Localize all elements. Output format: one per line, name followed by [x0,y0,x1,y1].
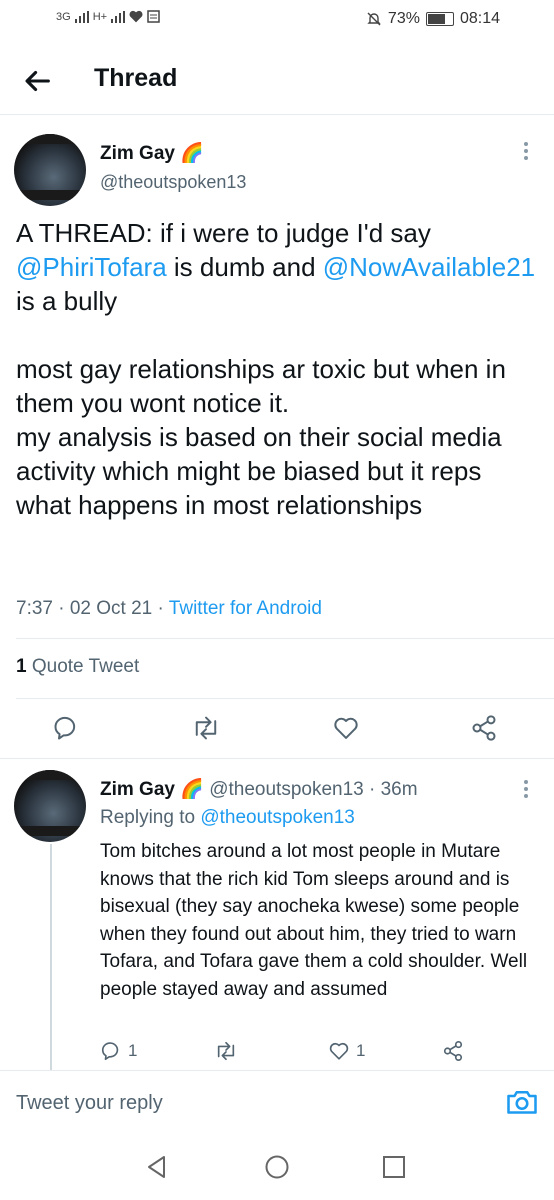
message-status-icon [147,10,160,23]
nav-recents-button[interactable] [382,1155,406,1184]
reply-more-options-button[interactable] [522,778,530,800]
mention-link[interactable]: @NowAvailable21 [323,252,535,282]
reply-header: Zim Gay 🌈 @theoutspoken13 · 36m [100,777,418,801]
reply-author-name[interactable]: Zim Gay [100,779,175,800]
author-name-text: Zim Gay [100,143,175,164]
signal-icon-2 [111,10,126,23]
tweet-timestamp: 7:37 · 02 Oct 21 · [16,598,169,619]
share-icon [443,1041,463,1061]
reply-count: 1 [128,1041,138,1060]
square-recents-icon [383,1156,405,1178]
reply-input[interactable]: Tweet your reply [16,1092,163,1115]
reply-icon [54,716,76,740]
tweet-meta: 7:37 · 02 Oct 21 · Twitter for Android [16,598,322,620]
quote-label: Quote Tweet [26,656,140,677]
tweet-source-link[interactable]: Twitter for Android [169,598,322,619]
mute-bell-icon [367,12,381,26]
replying-to: Replying to @theoutspoken13 [100,807,355,829]
stats-divider [16,698,554,699]
more-options-button[interactable] [522,140,530,162]
battery-percent: 73% [387,10,420,27]
avatar-bottom-band [14,190,86,200]
reply-like-button[interactable]: 1 [328,1040,365,1062]
replying-label: Replying to [100,807,201,828]
circle-home-icon [265,1155,289,1179]
page-title: Thread [94,64,178,92]
arrow-left-icon [25,70,50,92]
replying-handle-link[interactable]: @theoutspoken13 [200,807,355,828]
retweet-button[interactable] [186,708,226,748]
avatar[interactable] [14,134,86,206]
avatar-top-band [14,770,86,780]
tweet-text-part: is a bully most gay relationships ar tox… [16,286,506,521]
heart-icon [334,717,358,739]
tweet-text-part: A THREAD: if i were to judge I'd say [16,218,439,248]
nav-back-button[interactable] [144,1154,170,1185]
reply-button[interactable] [46,708,86,748]
rainbow-emoji: 🌈 [180,779,204,800]
author-name[interactable]: Zim Gay 🌈 [100,141,204,165]
rainbow-emoji: 🌈 [180,143,204,164]
camera-icon [507,1090,537,1114]
reply-author-handle[interactable]: @theoutspoken13 · 36m [204,779,417,800]
more-vertical-icon [524,780,528,798]
system-nav-bar [0,1140,554,1200]
retweet-icon [217,1041,235,1061]
status-left: 3G H+ [56,10,160,23]
tweet-text-part: is dumb and [166,252,323,283]
retweet-icon [195,716,217,740]
triangle-back-icon [148,1156,165,1178]
heart-icon [329,1042,349,1060]
quote-tweets-link[interactable]: 1 Quote Tweet [16,656,139,678]
quote-count: 1 [16,656,27,677]
reply-tweet-text: Tom bitches around a lot most people in … [100,841,528,1000]
reply-retweet-button[interactable] [214,1040,238,1067]
share-icon [472,715,496,741]
status-bar: 3G H+ 73% 08:14 [0,0,554,44]
share-button[interactable] [464,708,504,748]
nav-home-button[interactable] [264,1154,290,1185]
back-button[interactable] [20,64,54,98]
clock: 08:14 [459,10,500,27]
thread-connector-line [50,844,52,1070]
main-tweet-divider [0,758,554,759]
author-handle[interactable]: @theoutspoken13 [100,172,246,193]
reply-reply-button[interactable]: 1 [100,1040,137,1062]
more-vertical-icon [524,142,528,160]
reply-share-button[interactable] [442,1040,464,1067]
tweet-text: A THREAD: if i were to judge I'd say @Ph… [16,216,536,522]
heart-status-icon [129,10,143,23]
header-divider [0,114,554,115]
like-button[interactable] [326,708,366,748]
status-right: 73% 08:14 [366,10,500,28]
camera-button[interactable] [504,1084,540,1120]
meta-divider [16,638,554,639]
avatar-bottom-band [14,826,86,836]
like-count: 1 [356,1041,366,1060]
avatar-top-band [14,134,86,144]
network-type-2: H+ [92,10,108,23]
reply-avatar[interactable] [14,770,86,842]
reply-icon [101,1042,119,1061]
mention-link[interactable]: @PhiriTofara [16,252,167,282]
battery-icon [425,12,454,26]
thread-header: Thread [0,44,554,114]
signal-icon [74,10,89,23]
network-type: 3G [56,10,71,23]
